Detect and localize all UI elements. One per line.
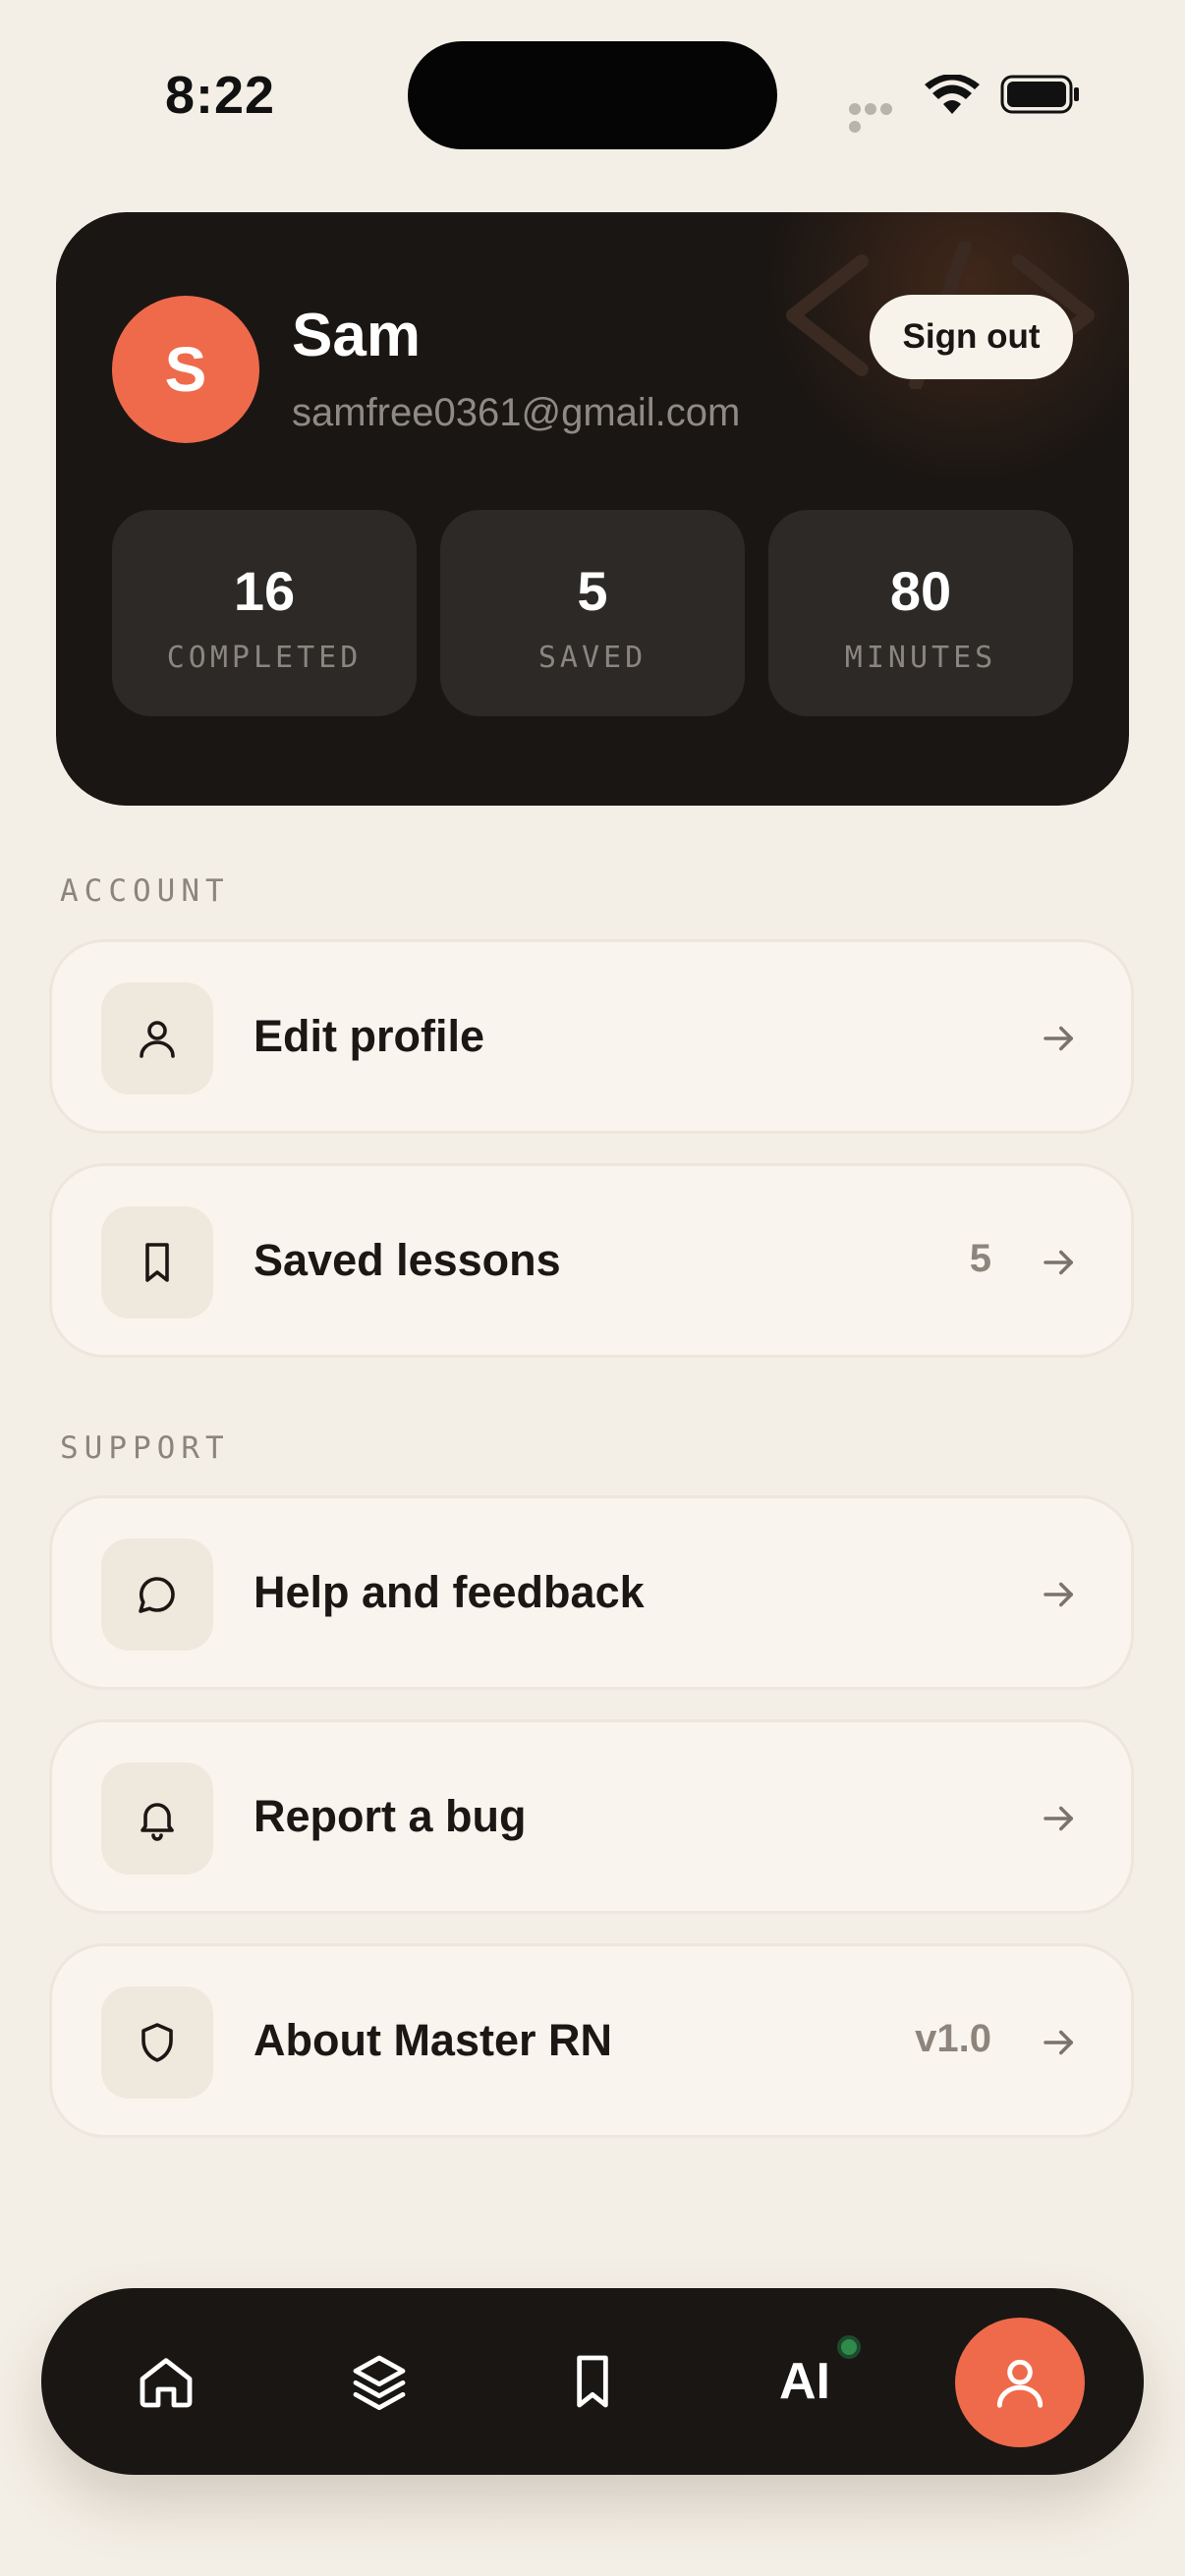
user-email: samfree0361@gmail.com [292,391,741,434]
stat-label: SAVED [537,641,648,675]
stat-value: 5 [577,560,608,622]
status-time: 8:22 [165,66,276,125]
version-label: v1.0 [915,2017,991,2060]
section-title-account: ACCOUNT [60,873,230,909]
bottom-nav: AI [41,2288,1144,2475]
ai-status-dot [837,2335,861,2359]
stat-label: MINUTES [844,641,997,675]
row-label: Saved lessons [254,1235,561,1285]
nav-layers-icon[interactable] [325,2327,433,2436]
arrow-right-icon [1044,1806,1073,1831]
nav-profile-icon[interactable] [955,2318,1085,2447]
report-bug-row[interactable]: Report a bug [49,1719,1134,1914]
arrow-right-icon [1044,1582,1073,1607]
user-icon [101,982,213,1094]
arrow-right-icon [1044,1250,1073,1275]
arrow-right-icon [1044,1026,1073,1051]
stat-minutes: 80 MINUTES [768,510,1073,716]
arrow-right-icon [1044,2030,1073,2055]
stat-value: 16 [233,560,296,622]
dynamic-island [408,41,777,149]
about-app-row[interactable]: About Master RN v1.0 [49,1943,1134,2138]
help-feedback-row[interactable]: Help and feedback [49,1495,1134,1690]
row-label: About Master RN [254,2015,613,2065]
cellular-signal-icon [849,102,908,133]
row-label: Edit profile [254,1011,484,1061]
sign-out-button[interactable]: Sign out [870,295,1073,379]
stat-label: COMPLETED [166,641,363,675]
battery-icon [1000,75,1079,114]
section-title-support: SUPPORT [60,1430,230,1466]
stat-value: 80 [889,560,952,622]
status-bar: 8:22 [0,0,1185,187]
bell-icon [101,1763,213,1875]
wifi-icon [925,75,980,114]
edit-profile-row[interactable]: Edit profile [49,939,1134,1134]
shield-icon [101,1987,213,2099]
saved-count-badge: 5 [969,1237,991,1280]
stat-saved: 5 SAVED [440,510,745,716]
profile-card: S Sam samfree0361@gmail.com Sign out 16 … [56,212,1129,806]
user-name: Sam [292,302,421,369]
stat-completed: 16 COMPLETED [112,510,417,716]
row-label: Help and feedback [254,1567,645,1617]
nav-home-icon[interactable] [112,2327,220,2436]
saved-lessons-row[interactable]: Saved lessons 5 [49,1163,1134,1358]
nav-bookmark-icon[interactable] [538,2327,647,2436]
row-label: Report a bug [254,1791,527,1841]
chat-bubble-icon [101,1539,213,1651]
bookmark-icon [101,1206,213,1318]
avatar: S [112,296,259,443]
